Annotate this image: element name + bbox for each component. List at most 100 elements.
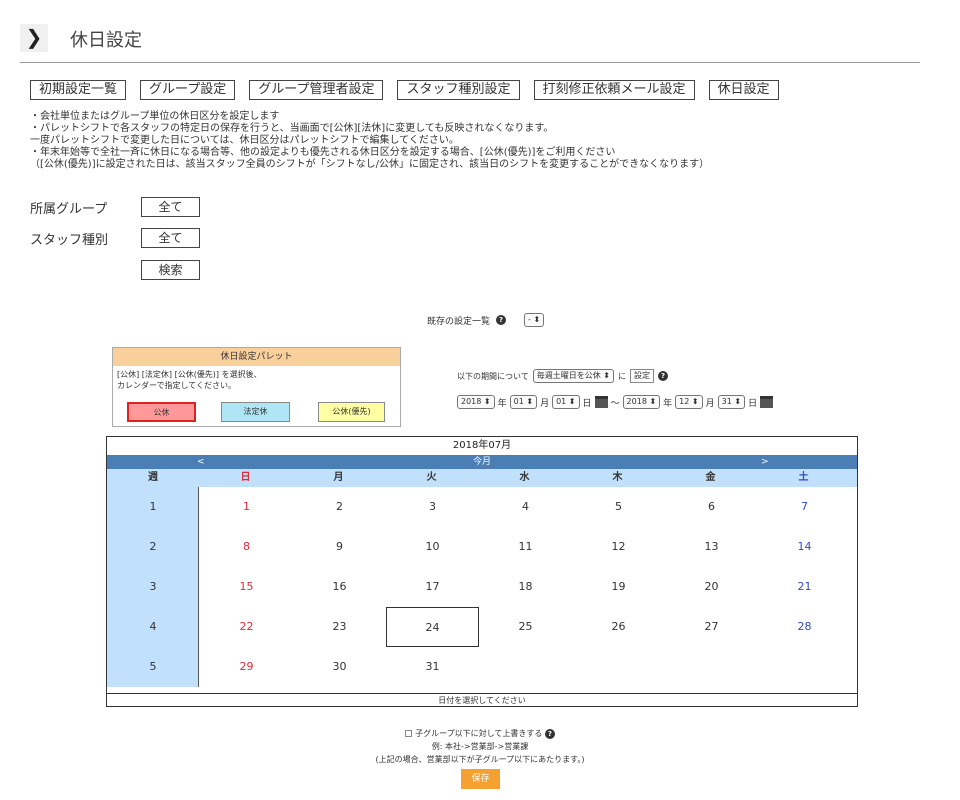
calendar-day[interactable]: 12 xyxy=(572,527,665,567)
header-tue: 火 xyxy=(426,472,437,483)
header-sat: 土 xyxy=(798,472,809,483)
calendar-day[interactable]: 11 xyxy=(479,527,572,567)
collapse-arrow-icon[interactable]: ❯ xyxy=(20,24,48,52)
note-line: ・年末年始等で全社一斉に休日になる場合等、他の設定よりも優先される休日区分を設定… xyxy=(30,147,616,158)
next-month-button[interactable]: > xyxy=(761,455,769,469)
calendar-day[interactable]: 28 xyxy=(758,607,851,647)
period-set-button[interactable]: 設定 xyxy=(630,369,655,383)
week-number: 4 xyxy=(149,620,157,633)
palette-instruction-line: カレンダーで指定してください。 xyxy=(117,381,237,390)
calendar-header-row: 週 日 月 火 水 木 金 土 xyxy=(107,469,857,487)
tab-group-settings[interactable]: グループ設定 xyxy=(140,80,236,100)
calendar-day[interactable]: 6 xyxy=(665,487,758,527)
week-number: 2 xyxy=(149,540,157,553)
calendar-day[interactable]: 20 xyxy=(665,567,758,607)
calendar-day[interactable]: 9 xyxy=(293,527,386,567)
week-number: 5 xyxy=(149,660,157,673)
calendar-day[interactable]: 30 xyxy=(293,647,386,687)
period-rule-select[interactable]: 毎週土曜日を公休 ⬍ xyxy=(532,369,615,383)
calendar-day[interactable]: 22 xyxy=(200,607,293,647)
tab-holiday-settings[interactable]: 休日設定 xyxy=(708,80,779,100)
calendar-day xyxy=(758,647,851,687)
existing-settings-label: 既存の設定一覧 xyxy=(427,316,491,327)
calendar-day[interactable]: 15 xyxy=(200,567,293,607)
calendar-day[interactable]: 10 xyxy=(386,527,479,567)
week-number: 1 xyxy=(149,500,157,513)
override-example: 例: 本社->営業部->営業課 xyxy=(431,742,529,751)
tab-group-admin-settings[interactable]: グループ管理者設定 xyxy=(249,80,384,100)
palette-kokyu-button[interactable]: 公休 xyxy=(127,402,196,422)
calendar-day[interactable]: 7 xyxy=(758,487,851,527)
calendar-footer: 日付を選択してください xyxy=(107,693,857,707)
note-line: ・パレットシフトで各スタッフの特定日の保存を行うと、当画面で[公休][法休]に変… xyxy=(30,123,554,134)
calendar-day[interactable]: 4 xyxy=(479,487,572,527)
from-year-value: 2018 xyxy=(461,397,482,406)
calendar-day[interactable]: 25 xyxy=(479,607,572,647)
header-sun: 日 xyxy=(240,472,251,483)
settings-tabs: 初期設定一覧 グループ設定 グループ管理者設定 スタッフ種別設定 打刻修正依頼メ… xyxy=(30,80,779,100)
calendar-day[interactable]: 2 xyxy=(293,487,386,527)
calendar-day[interactable]: 26 xyxy=(572,607,665,647)
from-day-value: 01 xyxy=(556,397,567,406)
calendar-day xyxy=(665,647,758,687)
calendar-icon[interactable] xyxy=(594,396,608,408)
staff-type-filter-select[interactable]: 全て xyxy=(141,228,200,248)
help-icon[interactable]: ? xyxy=(496,315,507,325)
override-section: 子グループ以下に対して上書きする ? 例: 本社->営業部->営業課 (上記の場… xyxy=(0,727,960,766)
current-month-button[interactable]: 今月 xyxy=(107,455,857,469)
override-label: 子グループ以下に対して上書きする xyxy=(415,729,543,738)
year-unit: 年 xyxy=(497,398,507,409)
tab-staff-type-settings[interactable]: スタッフ種別設定 xyxy=(397,80,520,100)
holiday-calendar: 2018年07月 < 今月 > 週 日 月 火 水 木 金 土 11234567… xyxy=(106,436,858,707)
note-line: 一度パレットシフトで変更した日については、休日区分はパレットシフトで編集してくだ… xyxy=(30,135,459,146)
help-icon[interactable]: ? xyxy=(544,729,555,739)
tab-initial-settings[interactable]: 初期設定一覧 xyxy=(30,80,127,100)
calendar-day[interactable]: 21 xyxy=(758,567,851,607)
calendar-day[interactable]: 8 xyxy=(200,527,293,567)
tab-punch-correction-mail-settings[interactable]: 打刻修正依頼メール設定 xyxy=(533,80,695,100)
month-unit: 月 xyxy=(540,398,550,409)
to-month-value: 12 xyxy=(679,397,690,406)
to-day-select[interactable]: 31 ⬍ xyxy=(717,395,746,409)
palette-hoteikyu-button[interactable]: 法定休 xyxy=(221,402,290,422)
calendar-day[interactable]: 23 xyxy=(293,607,386,647)
calendar-day[interactable]: 17 xyxy=(386,567,479,607)
override-note: (上記の場合、営業部以下が子グループ以下にあたります。) xyxy=(375,755,585,764)
from-day-select[interactable]: 01 ⬍ xyxy=(552,395,580,409)
from-year-select[interactable]: 2018 ⬍ xyxy=(457,395,495,409)
day-unit: 日 xyxy=(582,398,592,409)
group-filter-select[interactable]: 全て xyxy=(141,197,200,217)
calendar-day[interactable]: 27 xyxy=(665,607,758,647)
calendar-day[interactable]: 29 xyxy=(200,647,293,687)
palette-kokyu-priority-button[interactable]: 公休(優先) xyxy=(318,402,385,422)
period-prefix: 以下の期間について xyxy=(457,371,529,381)
calendar-day[interactable]: 3 xyxy=(386,487,479,527)
calendar-day[interactable]: 13 xyxy=(665,527,758,567)
calendar-icon[interactable] xyxy=(760,396,774,408)
calendar-day[interactable]: 14 xyxy=(758,527,851,567)
calendar-day[interactable]: 19 xyxy=(572,567,665,607)
period-rule-value: 毎週土曜日を公休 xyxy=(536,371,601,380)
palette-title: 休日設定パレット xyxy=(113,348,400,366)
header-mon: 月 xyxy=(333,472,344,483)
save-button[interactable]: 保存 xyxy=(461,769,500,789)
search-button[interactable]: 検索 xyxy=(141,260,200,280)
calendar-day[interactable]: 18 xyxy=(479,567,572,607)
palette-instruction-line: [公休] [法定休] [公休(優先)] を選択後、 xyxy=(117,370,262,379)
to-year-value: 2018 xyxy=(626,397,647,406)
calendar-day[interactable]: 5 xyxy=(572,487,665,527)
calendar-day[interactable]: 16 xyxy=(293,567,386,607)
calendar-body: 1 1 2 3 4 5 6 7 2 8 9 10 11 12 13 14 3 15 16 17 18 19 20 21 4 22 2… xyxy=(107,487,857,687)
note-line: （[公休(優先)]に設定された日は、該当スタッフ全員のシフトが「シフトなし/公休… xyxy=(30,159,710,170)
to-year-select[interactable]: 2018 ⬍ xyxy=(622,395,661,409)
calendar-day[interactable]: 1 xyxy=(200,487,293,527)
calendar-day[interactable]: 31 xyxy=(386,647,479,687)
from-month-select[interactable]: 01 ⬍ xyxy=(509,395,538,409)
help-icon[interactable]: ? xyxy=(658,371,669,381)
to-month-select[interactable]: 12 ⬍ xyxy=(675,395,703,409)
override-checkbox[interactable] xyxy=(405,730,413,737)
calendar-day[interactable]: 24 xyxy=(386,607,479,647)
to-day-value: 31 xyxy=(721,397,732,406)
existing-settings-select[interactable]: - ⬍ xyxy=(524,313,545,327)
existing-settings-value: - xyxy=(528,315,531,324)
